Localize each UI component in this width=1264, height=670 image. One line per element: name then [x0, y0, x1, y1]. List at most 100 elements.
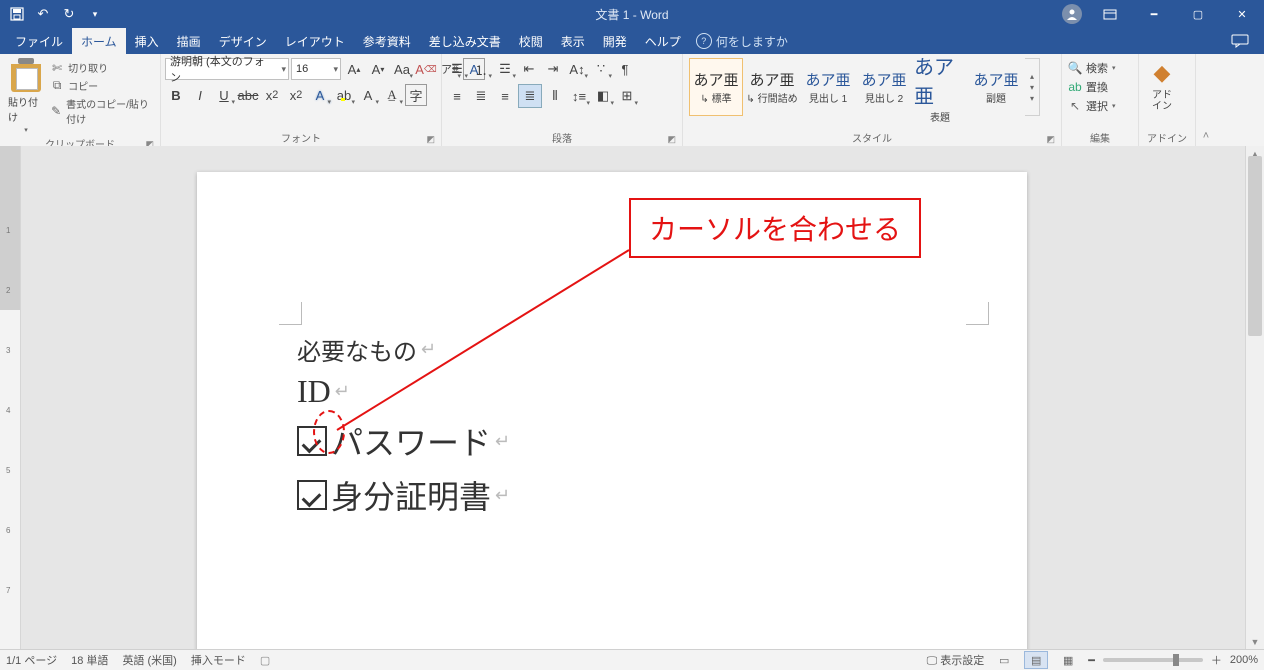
style-subtitle[interactable]: あア亜副題 — [969, 58, 1023, 116]
distribute-button[interactable]: ⫴ — [544, 85, 566, 107]
scroll-down-button[interactable]: ▼ — [1246, 634, 1264, 650]
save-button[interactable] — [6, 3, 28, 25]
font-color-button[interactable]: A — [357, 84, 379, 106]
italic-button[interactable]: I — [189, 84, 211, 106]
zoom-slider-knob[interactable] — [1173, 654, 1179, 666]
cut-button[interactable]: ✄切り取り — [50, 60, 154, 75]
display-settings-button[interactable]: 🖵 表示設定 — [927, 652, 985, 668]
clear-format-button[interactable]: A⌫ — [415, 58, 437, 80]
tab-review[interactable]: 校閲 — [510, 28, 552, 54]
subscript-button[interactable]: x2 — [261, 84, 283, 106]
decrease-indent-button[interactable]: ⇤ — [518, 58, 540, 80]
minimize-button[interactable]: ━ — [1132, 0, 1176, 28]
format-painter-button[interactable]: ✎書式のコピー/貼り付け — [50, 96, 154, 126]
status-language[interactable]: 英語 (米国) — [122, 652, 176, 668]
style-normal[interactable]: あア亜↳ 標準 — [689, 58, 743, 116]
undo-button[interactable]: ↶ — [32, 3, 54, 25]
style-heading1[interactable]: あア亜見出し 1 — [801, 58, 855, 116]
page[interactable]: 必要なもの↵ ID↵ パスワード↵ 身分証明書↵ カーソルを合わせる — [197, 172, 1027, 650]
font-launcher[interactable]: ◩ — [426, 134, 435, 145]
font-name-combo[interactable]: 游明朝 (本文のフォン — [165, 58, 289, 80]
collapse-ribbon-button[interactable]: ˄ — [1196, 54, 1216, 146]
justify-button[interactable]: ≣ — [518, 84, 542, 108]
tab-home[interactable]: ホーム — [72, 28, 126, 54]
maximize-button[interactable]: ▢ — [1176, 0, 1220, 28]
increase-indent-button[interactable]: ⇥ — [542, 58, 564, 80]
tab-insert[interactable]: 挿入 — [126, 28, 168, 54]
font-size-combo[interactable]: 16 — [291, 58, 341, 80]
style-no-spacing[interactable]: あア亜↳ 行間詰め — [745, 58, 799, 116]
shading-button[interactable]: ◧ — [592, 85, 614, 107]
tab-view[interactable]: 表示 — [552, 28, 594, 54]
bullets-button[interactable]: ☰ — [446, 58, 468, 80]
status-insert-mode[interactable]: 挿入モード — [191, 652, 246, 668]
zoom-in-button[interactable]: ＋ — [1211, 652, 1222, 668]
underline-button[interactable]: U — [213, 84, 235, 106]
shrink-font-button[interactable]: A▾ — [367, 58, 389, 80]
text-effects-button[interactable]: A — [309, 84, 331, 106]
find-button[interactable]: 🔍検索 ▾ — [1068, 60, 1116, 76]
tab-layout[interactable]: レイアウト — [276, 28, 354, 54]
strikethrough-button[interactable]: abc — [237, 84, 259, 106]
text-direction-button[interactable]: A↕ — [566, 58, 588, 80]
tab-file[interactable]: ファイル — [6, 28, 72, 54]
zoom-out-button[interactable]: ━ — [1088, 654, 1095, 667]
vertical-ruler[interactable]: 1234567 — [0, 146, 21, 650]
paragraph-launcher[interactable]: ◩ — [667, 134, 676, 145]
zoom-level[interactable]: 200% — [1230, 654, 1258, 666]
sort-button[interactable]: ∵ — [590, 58, 612, 80]
view-print-layout[interactable]: ▤ — [1024, 651, 1048, 669]
tab-draw[interactable]: 描画 — [168, 28, 210, 54]
view-web-layout[interactable]: ▦ — [1056, 651, 1080, 669]
comments-icon[interactable] — [1226, 31, 1254, 51]
numbering-button[interactable]: ⒈ — [470, 58, 492, 80]
paste-button[interactable]: 貼り付け ▾ — [4, 56, 48, 136]
status-word-count[interactable]: 18 単語 — [71, 652, 108, 668]
status-page[interactable]: 1/1 ページ — [6, 652, 57, 668]
tab-references[interactable]: 参考資料 — [354, 28, 420, 54]
macro-record-icon[interactable]: ▢ — [260, 654, 270, 667]
char-shading-button[interactable]: A̲ — [381, 84, 403, 106]
change-case-button[interactable]: Aa — [391, 58, 413, 80]
tab-design[interactable]: デザイン — [210, 28, 276, 54]
show-marks-button[interactable]: ¶ — [614, 58, 636, 80]
borders-button[interactable]: ⊞ — [616, 85, 638, 107]
copy-button[interactable]: ⧉コピー — [50, 78, 154, 93]
line-spacing-button[interactable]: ↕≡ — [568, 85, 590, 107]
styles-launcher[interactable]: ◩ — [1046, 134, 1055, 145]
align-right-button[interactable]: ≡ — [494, 85, 516, 107]
tell-me-search[interactable]: ? 何をしますか — [696, 33, 788, 50]
tab-developer[interactable]: 開発 — [594, 28, 636, 54]
bold-button[interactable]: B — [165, 84, 187, 106]
doc-line3[interactable]: パスワード — [331, 418, 491, 464]
tab-help[interactable]: ヘルプ — [636, 28, 690, 54]
align-left-button[interactable]: ≡ — [446, 85, 468, 107]
ribbon-display-options[interactable] — [1088, 0, 1132, 28]
styles-more-button[interactable]: ▴▾▾ — [1025, 58, 1040, 116]
close-button[interactable]: ✕ — [1220, 0, 1264, 28]
styles-gallery[interactable]: あア亜↳ 標準 あア亜↳ 行間詰め あア亜見出し 1 あア亜見出し 2 あア亜表… — [687, 56, 1042, 118]
style-title[interactable]: あア亜表題 — [913, 58, 967, 116]
redo-button[interactable]: ↻ — [58, 3, 80, 25]
view-read-mode[interactable]: ▭ — [992, 651, 1016, 669]
grow-font-button[interactable]: A▴ — [343, 58, 365, 80]
qat-customize[interactable]: ▾ — [84, 3, 106, 25]
select-button[interactable]: ↖選択 ▾ — [1068, 98, 1116, 114]
char-border-button[interactable]: 字 — [405, 84, 427, 106]
multilevel-button[interactable]: ☲ — [494, 58, 516, 80]
zoom-slider[interactable] — [1103, 658, 1203, 662]
user-account-icon[interactable] — [1062, 4, 1082, 24]
highlight-button[interactable]: ab — [333, 84, 355, 106]
vertical-scrollbar[interactable]: ▲ ▼ — [1245, 146, 1264, 650]
replace-button[interactable]: ab置換 — [1068, 79, 1116, 95]
tab-mailings[interactable]: 差し込み文書 — [420, 28, 510, 54]
scrollbar-thumb[interactable] — [1248, 156, 1262, 336]
style-heading2[interactable]: あア亜見出し 2 — [857, 58, 911, 116]
superscript-button[interactable]: x2 — [285, 84, 307, 106]
document-scroll[interactable]: 必要なもの↵ ID↵ パスワード↵ 身分証明書↵ カーソルを合わせる — [21, 162, 1245, 650]
doc-line2[interactable]: ID — [297, 373, 331, 410]
align-center-button[interactable]: ≣ — [470, 85, 492, 107]
doc-line1[interactable]: 必要なもの — [297, 332, 417, 367]
doc-line4[interactable]: 身分証明書 — [331, 472, 491, 518]
addins-button[interactable]: ◆ アド イン — [1143, 56, 1181, 114]
